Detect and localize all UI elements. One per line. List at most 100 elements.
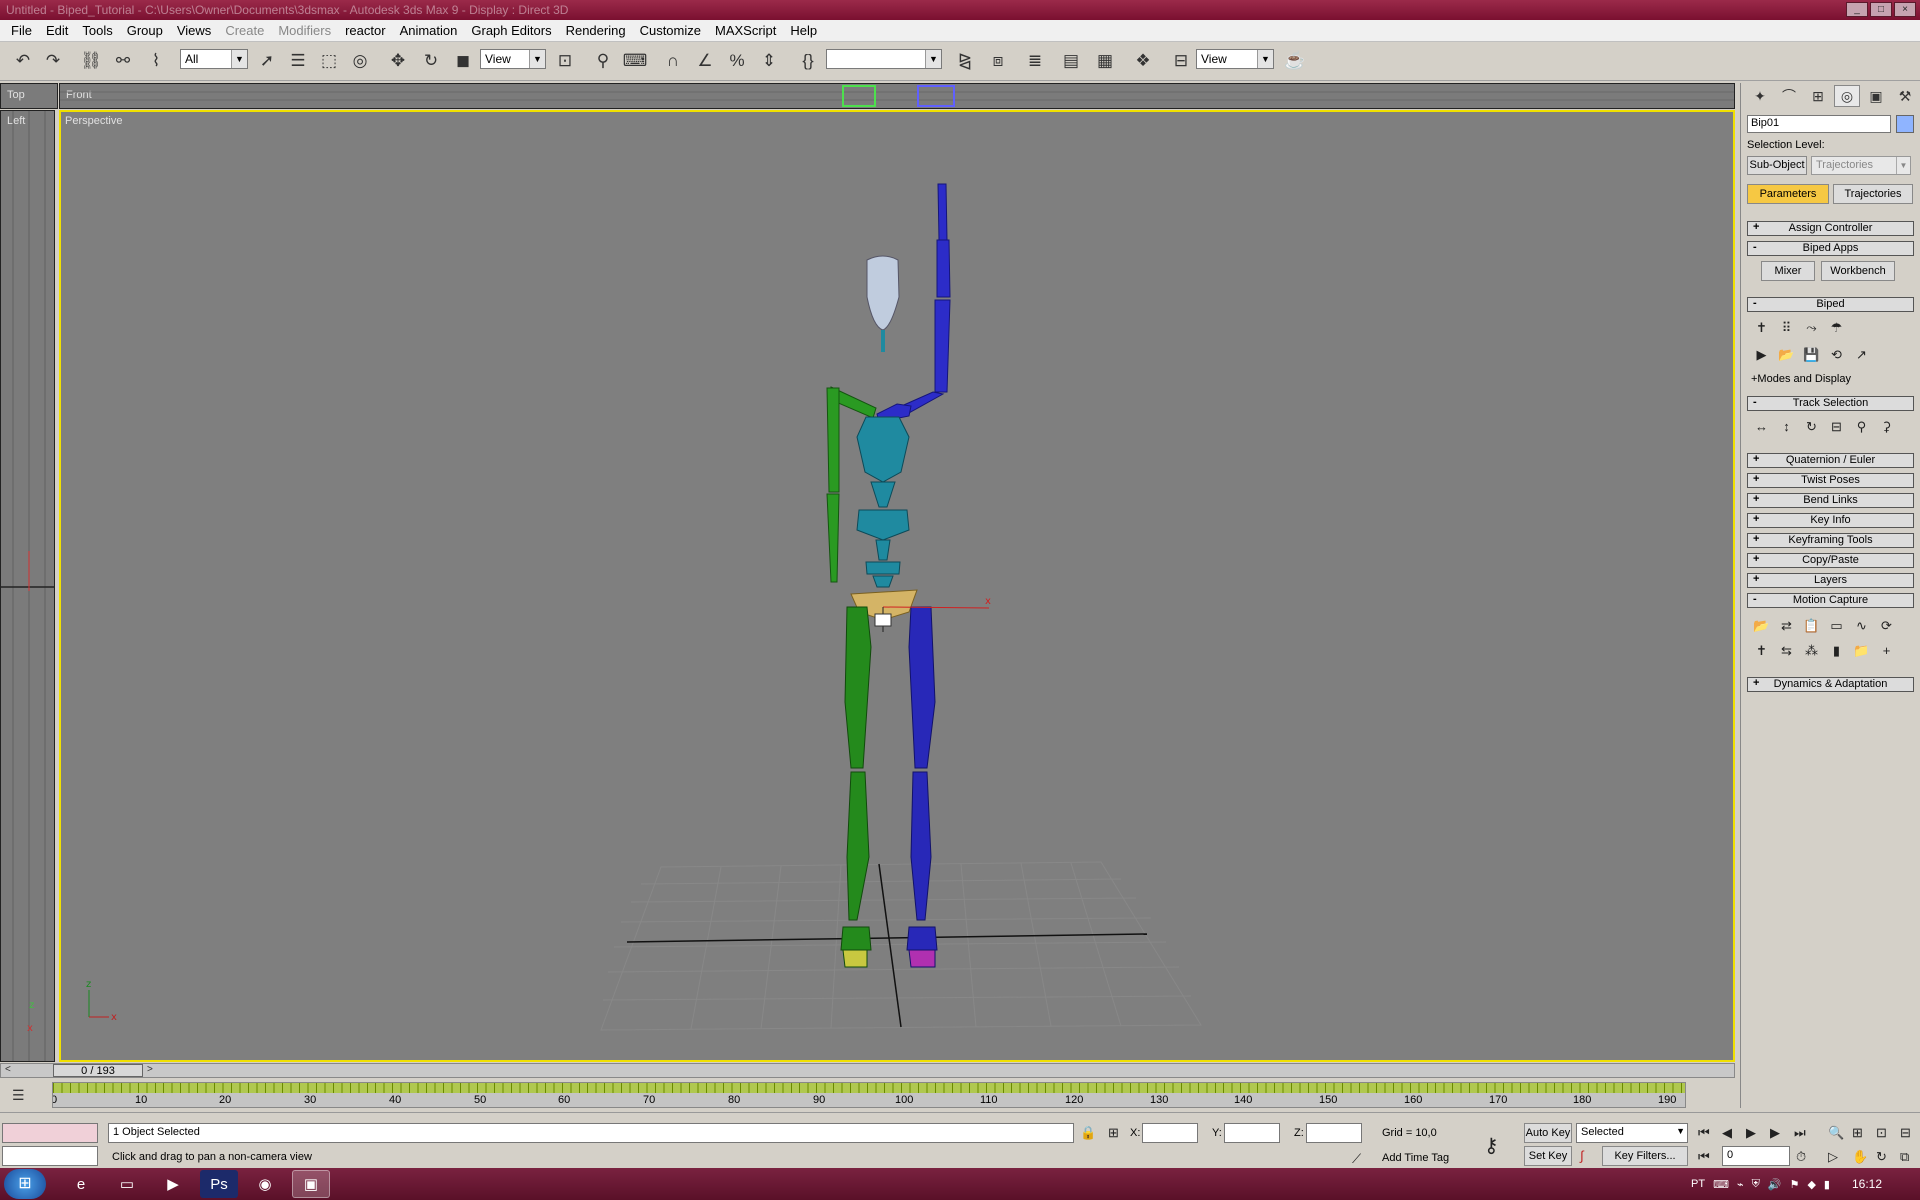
show-buffer-trajectory-icon[interactable]: ∿ (1851, 615, 1872, 636)
select-and-link-icon[interactable]: ⛓ (78, 48, 104, 74)
menu-views[interactable]: Views (170, 23, 218, 38)
select-by-name-icon[interactable]: ☰ (285, 48, 311, 74)
front-viewport[interactable]: Front (59, 83, 1735, 109)
close-button[interactable]: × (1894, 2, 1916, 17)
zoom-extents-all-icon[interactable]: ⊟ (1900, 1125, 1911, 1141)
rollup-track-selection[interactable]: - Track Selection (1747, 396, 1914, 411)
menu-animation[interactable]: Animation (393, 23, 465, 38)
arc-rotate-icon[interactable]: ↻ (1876, 1149, 1887, 1165)
pivot-center-icon[interactable]: ⊡ (552, 48, 578, 74)
curve-editor-icon[interactable]: ▤ (1058, 48, 1084, 74)
display-tab-icon[interactable]: ▣ (1863, 85, 1889, 107)
utilities-tab-icon[interactable]: ⚒ (1892, 85, 1918, 107)
flag-icon[interactable]: ⚑ (1790, 1178, 1800, 1191)
time-slider-next-icon[interactable]: > (147, 1064, 153, 1075)
photoshop-icon[interactable]: Ps (200, 1170, 238, 1198)
clock[interactable]: 16:12 (1852, 1177, 1882, 1191)
load-file-icon[interactable]: 📂 (1776, 344, 1797, 365)
maximize-button[interactable]: □ (1870, 2, 1892, 17)
unlink-icon[interactable]: ⚯ (110, 48, 136, 74)
selection-filter-select[interactable]: All ▼ (180, 49, 248, 69)
mixer-mode-icon[interactable]: ☂ (1826, 317, 1847, 338)
set-key-button[interactable]: Set Key (1524, 1146, 1572, 1166)
menu-rendering[interactable]: Rendering (559, 23, 633, 38)
material-editor-icon[interactable]: ❖ (1130, 48, 1156, 74)
tray-app-icon[interactable]: ◆ (1807, 1178, 1815, 1191)
lock-selection-icon[interactable]: 🔒 (1080, 1125, 1096, 1141)
go-to-start-icon[interactable]: ⏮ (1698, 1125, 1710, 1141)
add-time-tag[interactable]: Add Time Tag (1382, 1152, 1449, 1164)
internet-explorer-icon[interactable]: e (62, 1170, 100, 1198)
motion-tab-icon[interactable]: ◎ (1834, 85, 1860, 107)
time-slider[interactable]: < 0 / 193 > (0, 1063, 1735, 1078)
snaps-toggle-icon[interactable]: ∩ (660, 48, 686, 74)
opposite-icon[interactable]: ⚳ (1876, 416, 1897, 437)
lock-com-keying-icon[interactable]: ⊟ (1826, 416, 1847, 437)
next-frame-icon[interactable]: ▶ (1770, 1125, 1780, 1141)
maximize-viewport-icon[interactable]: ⧉ (1900, 1149, 1909, 1165)
footstep-mode-icon[interactable]: ⠿ (1776, 317, 1797, 338)
field-of-view-icon[interactable]: ▷ (1828, 1149, 1838, 1165)
load-motion-capture-icon[interactable]: 📂 (1751, 615, 1772, 636)
quick-render-teapot-icon[interactable]: ☕ (1282, 48, 1308, 74)
minimize-button[interactable]: _ (1846, 2, 1868, 17)
left-viewport[interactable]: Left z x (0, 110, 55, 1062)
body-rotation-icon[interactable]: ↻ (1801, 416, 1822, 437)
create-tab-icon[interactable]: ✦ (1747, 85, 1773, 107)
keyboard-icon[interactable]: ⌨ (1713, 1178, 1729, 1191)
menu-customize[interactable]: Customize (633, 23, 708, 38)
angle-snap-icon[interactable]: ∠ (692, 48, 718, 74)
default-in-out-tangent-icon[interactable]: ∫ (1580, 1148, 1584, 1163)
menu-tools[interactable]: Tools (75, 23, 119, 38)
sub-object-select[interactable]: Trajectories ▼ (1811, 156, 1911, 175)
rollup-keyframing-tools[interactable]: + Keyframing Tools (1747, 533, 1914, 548)
zoom-all-icon[interactable]: ⊞ (1852, 1125, 1863, 1141)
batch-file-conversion-icon[interactable]: ⟳ (1876, 615, 1897, 636)
menu-help[interactable]: Help (783, 23, 824, 38)
redo-icon[interactable]: ↷ (40, 48, 66, 74)
schematic-view-icon[interactable]: ▦ (1092, 48, 1118, 74)
select-and-move-icon[interactable]: ✥ (385, 48, 411, 74)
window-crossing-icon[interactable]: ◎ (347, 48, 373, 74)
time-slider-thumb[interactable]: 0 / 193 (53, 1064, 143, 1077)
y-coordinate-field[interactable] (1224, 1123, 1280, 1143)
edit-named-selection-icon[interactable]: {} (795, 48, 821, 74)
parameters-button[interactable]: Parameters (1747, 184, 1829, 204)
select-and-rotate-icon[interactable]: ↻ (418, 48, 444, 74)
object-color-swatch[interactable] (1896, 115, 1914, 133)
adjust-talent-pose-icon[interactable]: ⇆ (1776, 640, 1797, 661)
body-horizontal-icon[interactable]: ↔ (1751, 416, 1772, 437)
save-file-icon[interactable]: 💾 (1801, 344, 1822, 365)
time-tag-icon[interactable]: ⟋ (1352, 1151, 1361, 1167)
menu-maxscript[interactable]: MAXScript (708, 23, 783, 38)
save-talent-pose-icon[interactable]: ▮ (1826, 640, 1847, 661)
rollup-motion-capture[interactable]: - Motion Capture (1747, 593, 1914, 608)
media-player-icon[interactable]: ▶ (154, 1170, 192, 1198)
menu-modifiers[interactable]: Modifiers (271, 23, 338, 38)
menu-reactor[interactable]: reactor (338, 23, 392, 38)
biped-playback-icon[interactable]: ▶ (1751, 344, 1772, 365)
go-to-end-icon[interactable]: ⏭ (1794, 1125, 1806, 1141)
bind-space-warp-icon[interactable]: ⌇ (143, 48, 169, 74)
menu-create[interactable]: Create (218, 23, 271, 38)
rollup-quaternion-euler[interactable]: + Quaternion / Euler (1747, 453, 1914, 468)
key-mode-select[interactable]: Selected ▼ (1576, 1123, 1688, 1143)
zoom-icon[interactable]: 🔍 (1828, 1125, 1844, 1141)
sub-object-button[interactable]: Sub-Object (1747, 156, 1807, 175)
talent-figure-mode-icon[interactable]: ✝ (1751, 640, 1772, 661)
modify-tab-icon[interactable]: ⌒ (1776, 85, 1802, 107)
track-bar[interactable]: 0 10 20 30 40 50 60 70 80 90 100 110 120… (52, 1082, 1686, 1108)
mirror-icon[interactable]: ⧎ (952, 48, 978, 74)
rollup-biped[interactable]: - Biped (1747, 297, 1914, 312)
rectangular-selection-icon[interactable]: ⬚ (316, 48, 342, 74)
z-coordinate-field[interactable] (1306, 1123, 1362, 1143)
object-name-field[interactable]: Bip01 (1747, 115, 1891, 133)
percent-snap-icon[interactable]: % (724, 48, 750, 74)
load-marker-names-icon[interactable]: 📁 (1851, 640, 1872, 661)
rollup-dynamics-adaptation[interactable]: + Dynamics & Adaptation (1747, 677, 1914, 692)
zoom-extents-icon[interactable]: ⊡ (1876, 1125, 1887, 1141)
select-object-icon[interactable]: ➚ (254, 48, 280, 74)
workbench-button[interactable]: Workbench (1821, 261, 1895, 281)
move-all-mode-icon[interactable]: ↗ (1851, 344, 1872, 365)
start-button-icon[interactable]: ⊞ (4, 1169, 46, 1199)
